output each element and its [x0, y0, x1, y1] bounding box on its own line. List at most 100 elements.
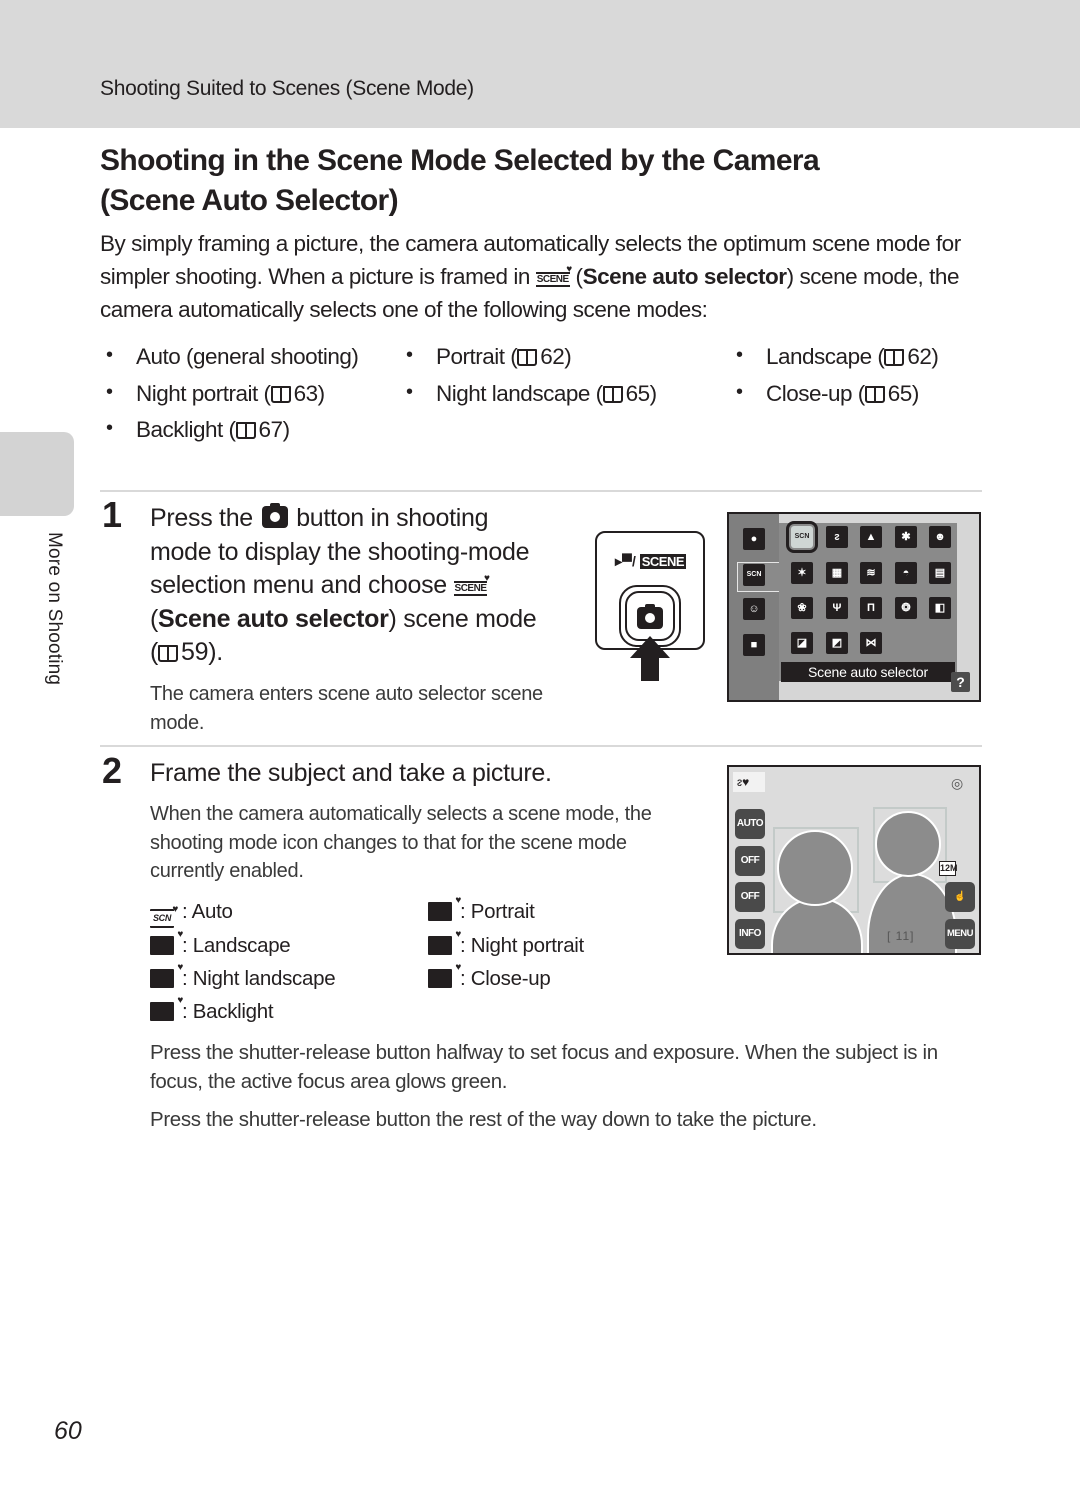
- page-link[interactable]: 59).: [181, 638, 223, 666]
- title-line-1: Shooting in the Scene Mode Selected by t…: [100, 144, 820, 177]
- copy-icon: ◧: [929, 597, 951, 619]
- book-icon: [270, 386, 291, 403]
- help-icon: ?: [951, 672, 970, 692]
- scene-label: SCENE: [639, 554, 687, 569]
- museum-icon: Π: [860, 597, 882, 619]
- title-line-2: (Scene Auto Selector): [100, 184, 399, 217]
- book-icon: [884, 349, 905, 366]
- page-link[interactable]: 67): [259, 417, 291, 442]
- smart-portrait-icon: ☺: [743, 598, 765, 620]
- scene-auto-icon: SCENE: [535, 264, 572, 287]
- list-item: Close-up (65): [736, 381, 920, 407]
- divider: [100, 490, 982, 492]
- beach-icon: ▦: [826, 562, 848, 584]
- list-item: Landscape (62): [736, 344, 939, 370]
- landscape-icon: ▲: [860, 526, 882, 548]
- step-2-note: When the camera automatically selects a …: [150, 803, 652, 882]
- page-link[interactable]: 62): [907, 344, 939, 369]
- legend-item: SCN: Auto: [150, 900, 233, 928]
- page-link[interactable]: 65): [888, 381, 920, 406]
- page-link[interactable]: 65): [626, 381, 658, 406]
- list-item: Portrait (62): [406, 344, 572, 370]
- step-2-title: Frame the subject and take a picture.: [150, 759, 552, 787]
- running-head: Shooting Suited to Scenes (Scene Mode): [100, 77, 474, 100]
- flash-mode-button: AUTO: [735, 809, 765, 839]
- image-size-icon: 12M: [939, 861, 958, 876]
- portrait-auto-icon: [428, 895, 461, 921]
- food-icon: Ψ: [826, 597, 848, 619]
- backlight-hdr-icon: ◩: [826, 632, 848, 654]
- menu-button: MENU: [945, 919, 975, 949]
- shutter-paragraph: Press the shutter-release button the res…: [150, 1108, 817, 1131]
- legend-item: : Portrait: [428, 895, 535, 924]
- press-arrow-stem: [641, 657, 659, 681]
- header-band: [0, 0, 1080, 128]
- shooting-mode-icon: ●: [743, 528, 765, 550]
- legend-item: : Night landscape: [150, 962, 336, 991]
- menu-caption: Scene auto selector: [781, 662, 955, 682]
- book-icon: [602, 386, 623, 403]
- list-item: Night landscape (65): [406, 381, 658, 407]
- book-icon: [864, 386, 885, 403]
- touch-shooting-button: ☝: [945, 882, 975, 912]
- page-link[interactable]: 62): [540, 344, 572, 369]
- close-up-auto-icon: [428, 962, 461, 988]
- night-portrait-auto-icon: [428, 929, 461, 955]
- legend-item: : Close-up: [428, 962, 551, 991]
- divider: [100, 745, 982, 747]
- list-item: Backlight (67): [106, 417, 291, 443]
- step-1-title: Press the button in shooting mode to dis…: [150, 502, 537, 670]
- section-tab[interactable]: [0, 432, 74, 516]
- page-number: 60: [54, 1417, 82, 1445]
- camera-button-illustration: ▸▀/ SCENE: [595, 531, 705, 650]
- camera-icon: [637, 604, 663, 629]
- legend-item: : Landscape: [150, 929, 291, 958]
- list-item: Auto (general shooting): [106, 344, 359, 370]
- info-button: INFO: [735, 919, 765, 949]
- night-portrait-icon: ☻: [929, 526, 951, 548]
- dusk-dawn-icon: ▤: [929, 562, 951, 584]
- step-number: 1: [102, 494, 123, 535]
- panorama-icon: ⋈: [860, 632, 882, 654]
- page-title: Shooting in the Scene Mode Selected by t…: [100, 141, 980, 221]
- fireworks-icon: ❂: [895, 597, 917, 619]
- legend-item: : Night portrait: [428, 929, 584, 958]
- step-1-note: The camera enters scene auto selector sc…: [150, 683, 543, 734]
- book-icon: [517, 349, 538, 366]
- backlight-icon: ◪: [791, 632, 813, 654]
- sports-icon: ✱: [895, 526, 917, 548]
- landscape-auto-icon: [150, 929, 183, 955]
- backlight-auto-icon: [150, 995, 183, 1021]
- page-link[interactable]: 63): [294, 381, 326, 406]
- scene-icon: SCN: [743, 564, 765, 586]
- exposures-remaining: [ 11]: [887, 929, 915, 943]
- viewfinder-screenshot: ᴤ♥ ◎ AUTO OFF OFF INFO 12M ☝ MENU [ 11]: [727, 765, 981, 955]
- movie-icon: ▸: [615, 553, 623, 569]
- vibration-reduction-icon: ◎: [951, 775, 964, 791]
- self-timer-button: OFF: [735, 846, 765, 876]
- scene-auto-icon: SCENE: [453, 573, 489, 596]
- camera-button-icon: [261, 503, 288, 528]
- intro-bold: Scene auto selector: [582, 264, 787, 289]
- subject-head: [875, 811, 941, 877]
- focus-paragraph: Press the shutter-release button halfway…: [150, 1041, 938, 1093]
- book-icon: [158, 645, 179, 662]
- sunset-icon: ◓: [895, 562, 917, 584]
- list-item: Night portrait (63): [106, 381, 326, 407]
- movie-icon: ■: [743, 634, 765, 656]
- subject-head: [777, 830, 853, 906]
- movie-scene-label: ▸▀/ SCENE: [615, 553, 687, 569]
- book-icon: [235, 422, 256, 439]
- portrait-icon: ᴤ: [826, 526, 848, 548]
- legend-item: : Backlight: [150, 995, 274, 1024]
- press-arrow-icon: [630, 636, 670, 658]
- snow-icon: ≋: [860, 562, 882, 584]
- scene-auto-icon: SCN: [150, 902, 178, 928]
- step-number: 2: [102, 750, 123, 791]
- portrait-auto-icon: ᴤ♥: [733, 772, 765, 792]
- intro-paragraph: By simply framing a picture, the camera …: [100, 227, 990, 326]
- night-landscape-auto-icon: [150, 962, 183, 988]
- scene-auto-selector-icon: SCN: [786, 521, 818, 553]
- party-indoor-icon: ✶: [791, 562, 813, 584]
- section-label: More on Shooting: [44, 532, 65, 686]
